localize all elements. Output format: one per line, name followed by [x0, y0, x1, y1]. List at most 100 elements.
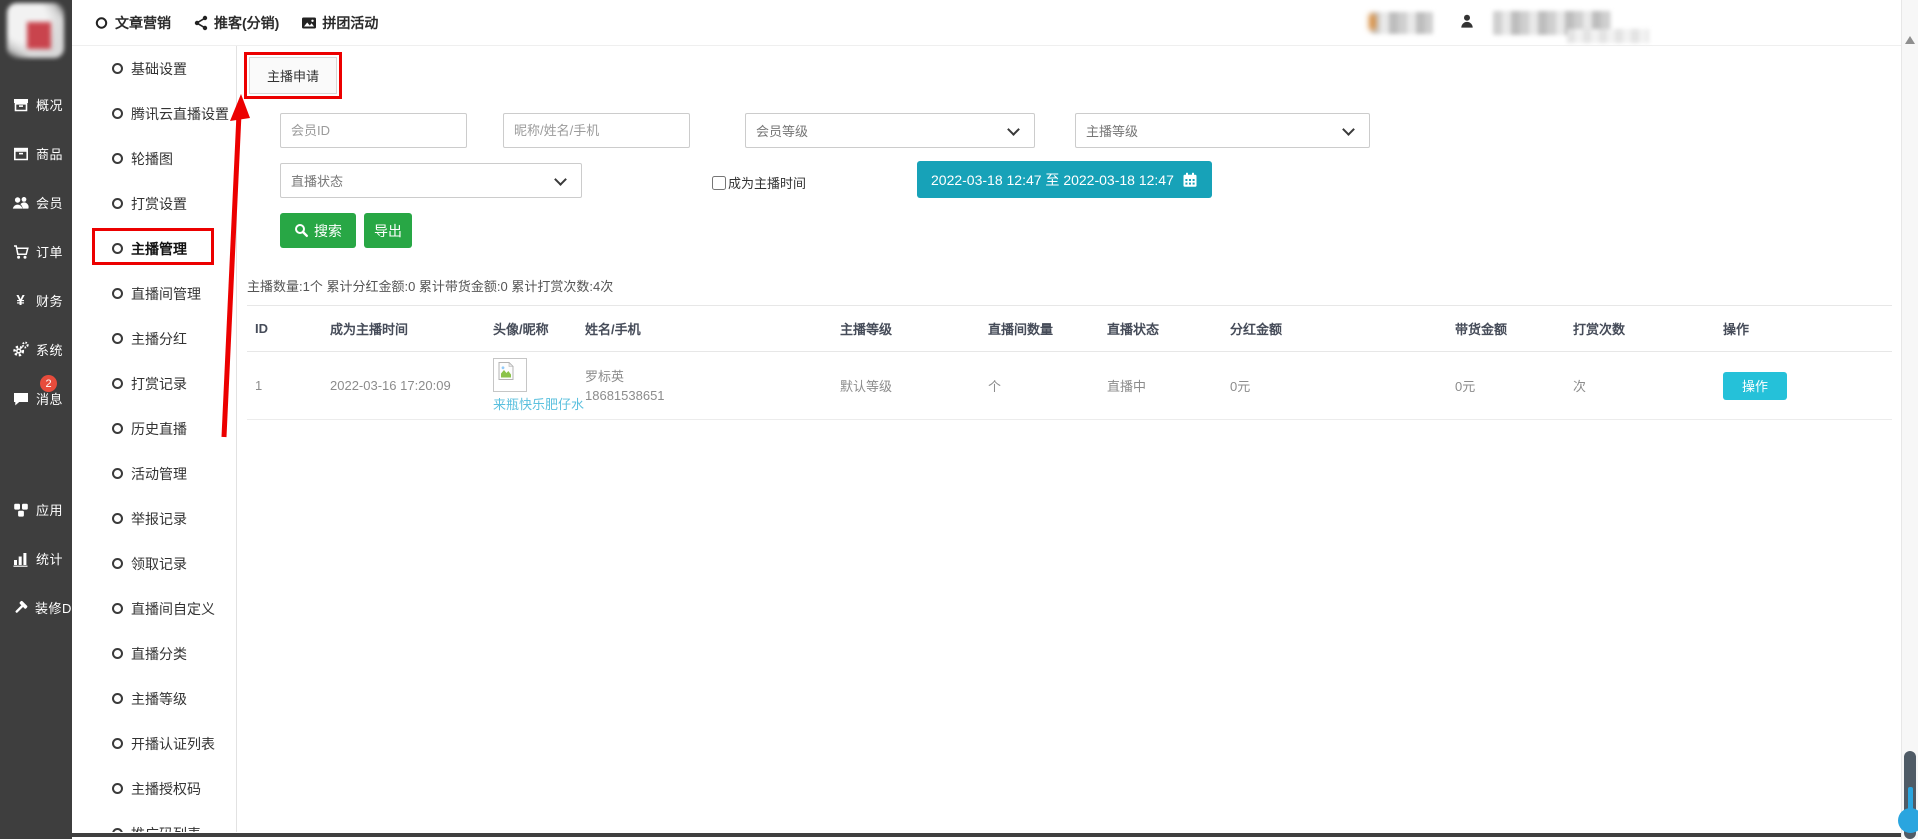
sidebar-item-statistics[interactable]: 统计	[0, 534, 72, 583]
submenu-item-promo-code-list[interactable]: 推广码列表	[72, 811, 236, 832]
row-action-button[interactable]: 操作	[1723, 372, 1787, 400]
apps-cubes-icon	[12, 501, 29, 518]
sidebar-item-label: 统计	[36, 549, 63, 568]
yen-icon: ¥	[12, 292, 29, 309]
topnav-distribution[interactable]: 推客(分销)	[193, 13, 279, 33]
topnav-group-activity[interactable]: 拼团活动	[301, 13, 378, 33]
submenu-item-tencent-live-settings[interactable]: 腾讯云直播设置	[72, 91, 236, 136]
nickname-link[interactable]: 来瓶快乐肥仔水	[493, 394, 584, 413]
member-level-select[interactable]: 会员等级	[745, 113, 1035, 148]
circle-icon	[94, 15, 110, 31]
circle-icon	[112, 198, 123, 209]
sidebar-item-messages[interactable]: 消息 2	[0, 374, 72, 423]
hammer-icon	[12, 599, 28, 616]
col-id: ID	[247, 306, 322, 352]
redacted-sub-block	[1567, 29, 1649, 43]
export-button[interactable]: 导出	[364, 213, 412, 248]
circle-icon	[112, 558, 123, 569]
sidebar-item-members[interactable]: 会员	[0, 178, 72, 227]
sidebar-item-system[interactable]: 系统	[0, 325, 72, 374]
submenu-item-anchor-level[interactable]: 主播等级	[72, 676, 236, 721]
cell-name-phone: 罗标英 18681538651	[577, 352, 832, 420]
live-status-select[interactable]: 直播状态	[280, 163, 582, 198]
scroll-up-arrow-icon[interactable]	[1905, 36, 1915, 44]
submenu-item-report-records[interactable]: 举报记录	[72, 496, 236, 541]
annotation-red-box-tab: 主播申请	[244, 52, 342, 99]
sidebar-item-apps[interactable]: 应用	[0, 485, 72, 534]
submenu-item-liveroom-custom[interactable]: 直播间自定义	[72, 586, 236, 631]
tab-anchor-apply[interactable]: 主播申请	[249, 57, 337, 94]
col-sales: 带货金额	[1447, 306, 1565, 352]
col-reward-count: 打赏次数	[1565, 306, 1715, 352]
submenu-item-live-auth-list[interactable]: 开播认证列表	[72, 721, 236, 766]
submenu-item-activity-management[interactable]: 活动管理	[72, 451, 236, 496]
become-time-filter: 成为主播时间	[712, 173, 806, 192]
submenu-item-anchor-dividend[interactable]: 主播分红	[72, 316, 236, 361]
topnav-article-marketing[interactable]: 文章营销	[94, 13, 171, 33]
vertical-scrollbar[interactable]	[1901, 0, 1918, 839]
cell-dividend: 0元	[1222, 352, 1447, 420]
cell-become-time: 2022-03-16 17:20:09	[322, 352, 485, 420]
image-icon	[301, 15, 317, 31]
submenu-item-liveroom-management[interactable]: 直播间管理	[72, 271, 236, 316]
submenu-item-reward-records[interactable]: 打赏记录	[72, 361, 236, 406]
circle-icon	[112, 423, 123, 434]
sidebar-item-finance[interactable]: ¥ 财务	[0, 276, 72, 325]
anchor-level-select[interactable]: 主播等级	[1075, 113, 1370, 148]
sidebar-item-overview[interactable]: 概况	[0, 80, 72, 129]
cell-id: 1	[247, 352, 322, 420]
sidebar-item-label: 商品	[36, 144, 63, 163]
date-range-button[interactable]: 2022-03-18 12:47 至 2022-03-18 12:47	[917, 161, 1212, 198]
submenu-item-history-live[interactable]: 历史直播	[72, 406, 236, 451]
app-logo[interactable]	[0, 0, 72, 62]
submenu-item-anchor-auth-code[interactable]: 主播授权码	[72, 766, 236, 811]
circle-icon	[112, 153, 123, 164]
main-content: 主播申请 会员等级 主播等级 直播状态 成为主播时间 2022-03-18 12…	[237, 46, 1901, 832]
col-avatar-nickname: 头像/昵称	[485, 306, 577, 352]
sidebar-item-label: 应用	[36, 500, 63, 519]
sidebar-item-decorate-diy[interactable]: 装修DIY	[0, 583, 72, 632]
anchor-name: 罗标英	[585, 367, 832, 386]
circle-icon	[112, 333, 123, 344]
search-button[interactable]: 搜索	[280, 213, 356, 248]
submenu-item-basic-settings[interactable]: 基础设置	[72, 46, 236, 91]
chevron-down-icon	[1007, 123, 1020, 136]
member-id-input[interactable]	[280, 113, 467, 148]
cell-sales: 0元	[1447, 352, 1565, 420]
become-time-label: 成为主播时间	[728, 173, 806, 192]
topnav-label: 推客(分销)	[214, 13, 279, 33]
sidebar-item-label: 系统	[36, 340, 63, 359]
anchors-table: ID 成为主播时间 头像/昵称 姓名/手机 主播等级 直播间数量 直播状态 分红…	[247, 305, 1892, 420]
horizontal-scrollbar[interactable]	[72, 833, 1901, 837]
topnav-label: 文章营销	[115, 13, 171, 33]
submenu-item-anchor-management[interactable]: 主播管理	[72, 226, 236, 271]
nickname-input[interactable]	[503, 113, 690, 148]
circle-icon	[112, 603, 123, 614]
cell-live-status: 直播中	[1099, 352, 1222, 420]
bar-chart-icon	[12, 550, 29, 567]
topnav-label: 拼团活动	[322, 13, 378, 33]
circle-icon	[112, 513, 123, 524]
circle-icon	[112, 288, 123, 299]
users-icon	[12, 194, 29, 211]
sidebar-item-orders[interactable]: 订单	[0, 227, 72, 276]
cell-avatar-nickname: 来瓶快乐肥仔水	[485, 352, 577, 420]
top-navbar: 文章营销 推客(分销) 拼团活动	[72, 0, 1901, 46]
circle-icon	[112, 243, 123, 254]
submenu-item-live-category[interactable]: 直播分类	[72, 631, 236, 676]
col-room-count: 直播间数量	[980, 306, 1099, 352]
become-time-checkbox[interactable]	[712, 176, 726, 190]
circle-icon	[112, 738, 123, 749]
sidebar-item-label: 装修DIY	[35, 598, 85, 617]
circle-icon	[112, 828, 123, 832]
cell-actions: 操作	[1715, 352, 1892, 420]
submenu-item-reward-settings[interactable]: 打赏设置	[72, 181, 236, 226]
chevron-down-icon	[554, 173, 567, 186]
col-dividend: 分红金额	[1222, 306, 1447, 352]
cell-anchor-level: 默认等级	[832, 352, 980, 420]
col-become-time: 成为主播时间	[322, 306, 485, 352]
submenu-item-carousel[interactable]: 轮播图	[72, 136, 236, 181]
sidebar-item-products[interactable]: 商品	[0, 129, 72, 178]
sidebar-item-label: 概况	[36, 95, 63, 114]
submenu-item-claim-records[interactable]: 领取记录	[72, 541, 236, 586]
